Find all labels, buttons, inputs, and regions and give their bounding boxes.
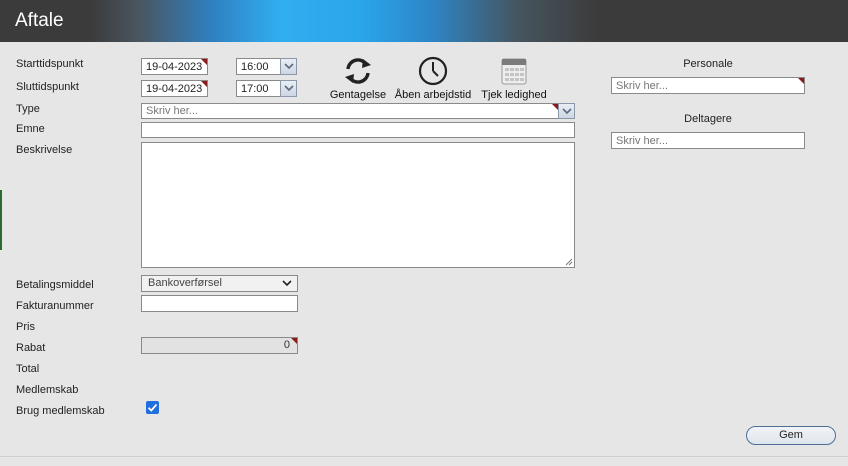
participants-input[interactable]: Skriv her... — [611, 132, 805, 149]
required-marker — [291, 338, 297, 344]
save-button[interactable]: Gem — [746, 426, 836, 445]
membership-label: Medlemskab — [16, 384, 79, 396]
payment-label: Betalingsmiddel — [16, 279, 94, 291]
start-label: Starttidspunkt — [16, 58, 84, 70]
check-availability-button[interactable]: Tjek ledighed — [478, 56, 550, 101]
repeat-button[interactable]: Gentagelse — [328, 56, 388, 101]
chevron-down-icon — [284, 85, 294, 92]
type-dropdown-button[interactable] — [558, 103, 575, 119]
participants-placeholder: Skriv her... — [616, 135, 668, 147]
title-bar: Aftale — [0, 0, 848, 42]
participants-title: Deltagere — [684, 113, 732, 125]
payment-select[interactable]: Bankoverførsel — [141, 275, 298, 292]
discount-field: 0 — [141, 337, 298, 354]
start-date-value: 19-04-2023 — [146, 61, 203, 73]
start-date-field[interactable]: 19-04-2023 — [141, 58, 208, 75]
description-textarea[interactable] — [141, 142, 575, 268]
end-time-value: 17:00 — [241, 83, 269, 95]
checkmark-icon — [147, 403, 158, 412]
open-hours-label: Åben arbejdstid — [394, 89, 472, 101]
resize-handle-icon[interactable] — [565, 258, 573, 266]
description-label: Beskrivelse — [16, 144, 73, 156]
subject-input[interactable] — [141, 122, 575, 138]
repeat-label: Gentagelse — [329, 89, 387, 101]
left-edge-marker — [0, 190, 2, 250]
discount-value: 0 — [283, 339, 290, 351]
subject-label: Emne — [16, 123, 45, 135]
staff-title: Personale — [683, 58, 733, 70]
payment-value: Bankoverførsel — [148, 277, 222, 289]
price-label: Pris — [16, 321, 35, 333]
invoice-label: Fakturanummer — [16, 300, 94, 312]
refresh-icon — [345, 58, 371, 84]
check-availability-label: Tjek ledighed — [481, 89, 547, 101]
type-input[interactable]: Skriv her... — [141, 103, 559, 119]
calendar-icon — [501, 58, 527, 85]
type-placeholder: Skriv her... — [146, 105, 198, 117]
use-membership-checkbox[interactable] — [146, 401, 159, 414]
type-label: Type — [16, 103, 40, 115]
end-date-value: 19-04-2023 — [146, 83, 203, 95]
start-time-value: 16:00 — [241, 61, 269, 73]
staff-input[interactable]: Skriv her... — [611, 77, 805, 94]
chevron-down-icon — [284, 63, 294, 70]
open-hours-button[interactable]: Åben arbejdstid — [393, 56, 473, 101]
staff-placeholder: Skriv her... — [616, 80, 668, 92]
end-time-dropdown-button[interactable] — [280, 80, 297, 97]
use-membership-label: Brug medlemskab — [16, 405, 105, 417]
start-time-field[interactable]: 16:00 — [236, 58, 281, 75]
chevron-down-icon — [282, 280, 292, 287]
clock-icon — [418, 56, 448, 86]
end-date-field[interactable]: 19-04-2023 — [141, 80, 208, 97]
discount-label: Rabat — [16, 342, 46, 354]
invoice-number-input[interactable] — [141, 295, 298, 312]
total-label: Total — [16, 363, 40, 375]
window-title: Aftale — [15, 10, 64, 31]
end-time-field[interactable]: 17:00 — [236, 80, 281, 97]
chevron-down-icon — [562, 108, 572, 115]
end-label: Sluttidspunkt — [16, 81, 79, 93]
start-time-dropdown-button[interactable] — [280, 58, 297, 75]
